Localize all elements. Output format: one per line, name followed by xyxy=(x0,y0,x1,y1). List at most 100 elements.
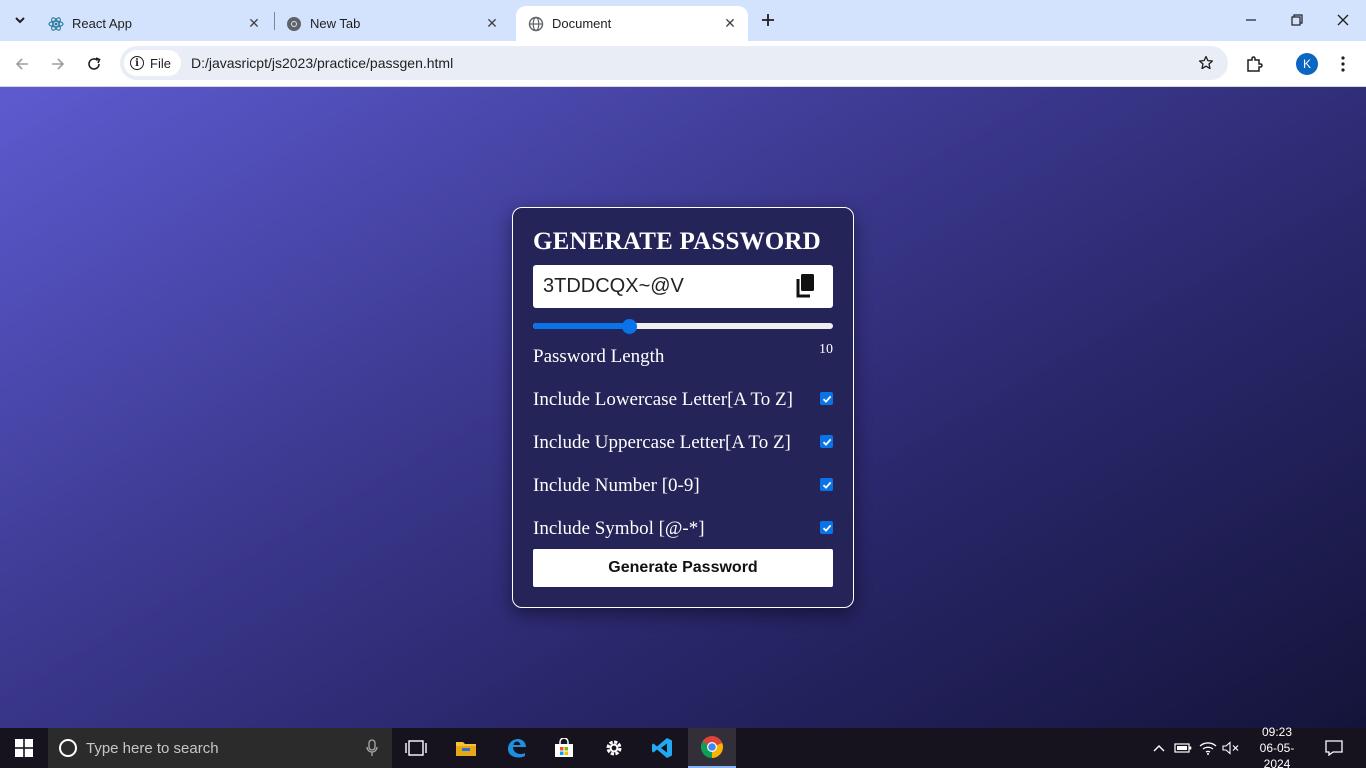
clock-date: 06-05-2024 xyxy=(1259,741,1295,768)
windows-logo-icon xyxy=(15,739,33,757)
file-explorer-button[interactable] xyxy=(442,728,490,768)
vscode-button[interactable] xyxy=(638,728,686,768)
close-icon xyxy=(1337,14,1349,26)
tab-document[interactable]: Document ✕ xyxy=(516,6,748,41)
show-hidden-icons-button[interactable] xyxy=(1148,728,1170,768)
option-label: Include Number [0-9] xyxy=(533,475,700,496)
symbol-checkbox[interactable] xyxy=(820,521,833,534)
browser-menu-button[interactable] xyxy=(1329,50,1357,78)
option-label: Include Symbol [@-*] xyxy=(533,518,705,539)
tab-react-app[interactable]: React App ✕ xyxy=(36,6,272,41)
volume-status[interactable] xyxy=(1220,728,1242,768)
slider-thumb[interactable] xyxy=(622,319,637,334)
volume-mute-icon xyxy=(1222,741,1239,755)
address-bar[interactable]: i File D:/javasricpt/js2023/practice/pas… xyxy=(120,46,1228,80)
task-view-icon xyxy=(405,740,427,756)
star-icon xyxy=(1198,55,1214,70)
minimize-button[interactable] xyxy=(1228,0,1274,40)
generate-password-button[interactable]: Generate Password xyxy=(533,549,833,587)
arrow-right-icon xyxy=(52,58,65,70)
copy-icon xyxy=(796,274,814,298)
tab-title: New Tab xyxy=(310,16,361,31)
edge-button[interactable] xyxy=(492,728,540,768)
length-label: Password Length xyxy=(533,346,665,367)
notification-icon xyxy=(1325,740,1343,756)
uppercase-checkbox[interactable] xyxy=(820,435,833,448)
length-slider[interactable] xyxy=(533,319,833,334)
reload-button[interactable] xyxy=(80,50,108,78)
back-button[interactable] xyxy=(8,50,36,78)
settings-button[interactable] xyxy=(590,728,638,768)
password-field[interactable]: 3TDDCQX~@V xyxy=(533,265,833,308)
forward-button[interactable] xyxy=(44,50,72,78)
store-icon xyxy=(555,738,573,757)
lowercase-checkbox[interactable] xyxy=(820,392,833,405)
start-button[interactable] xyxy=(0,728,48,768)
restore-button[interactable] xyxy=(1274,0,1320,40)
password-output[interactable]: 3TDDCQX~@V xyxy=(543,275,684,298)
restore-icon xyxy=(1291,14,1303,26)
chevron-up-icon xyxy=(1153,745,1165,752)
url-text[interactable]: D:/javasricpt/js2023/practice/passgen.ht… xyxy=(191,55,453,71)
file-explorer-icon xyxy=(456,742,476,756)
taskbar: Type here to search 09:23 06-05-2024 xyxy=(0,725,1366,768)
minimize-icon xyxy=(1246,19,1256,21)
avatar: K xyxy=(1296,53,1318,75)
number-checkbox[interactable] xyxy=(820,478,833,491)
password-generator-card: GENERATE PASSWORD 3TDDCQX~@V Password Le… xyxy=(512,207,854,608)
tab-new-tab[interactable]: New Tab ✕ xyxy=(274,6,510,41)
search-placeholder: Type here to search xyxy=(86,739,219,757)
battery-status[interactable] xyxy=(1172,728,1194,768)
gear-icon xyxy=(606,740,622,756)
page-background: GENERATE PASSWORD 3TDDCQX~@V Password Le… xyxy=(0,87,1366,728)
close-icon[interactable]: ✕ xyxy=(482,14,502,34)
chevron-down-icon xyxy=(15,17,25,24)
site-chip-label: File xyxy=(150,55,171,71)
page-title: GENERATE PASSWORD xyxy=(533,228,821,255)
option-lowercase: Include Lowercase Letter[A To Z] xyxy=(533,387,833,413)
copy-button[interactable] xyxy=(793,273,817,299)
tab-title: React App xyxy=(72,16,132,31)
chrome-icon xyxy=(286,16,302,32)
store-button[interactable] xyxy=(540,728,588,768)
slider-fill xyxy=(533,323,629,329)
tab-search-button[interactable] xyxy=(7,8,33,32)
site-info-chip[interactable]: i File xyxy=(124,50,181,76)
network-status[interactable] xyxy=(1196,728,1220,768)
option-label: Include Lowercase Letter[A To Z] xyxy=(533,389,793,410)
check-icon xyxy=(822,481,831,489)
vscode-icon xyxy=(652,738,672,758)
browser-toolbar: i File D:/javasricpt/js2023/practice/pas… xyxy=(0,41,1366,87)
chrome-taskbar-button[interactable] xyxy=(688,728,736,768)
option-number: Include Number [0-9] xyxy=(533,473,833,499)
plus-icon xyxy=(762,14,774,26)
battery-icon xyxy=(1174,743,1192,753)
taskbar-search[interactable]: Type here to search xyxy=(48,728,392,768)
notification-center-button[interactable] xyxy=(1318,728,1350,768)
clock[interactable]: 09:23 06-05-2024 xyxy=(1248,725,1306,768)
close-icon[interactable]: ✕ xyxy=(244,14,264,34)
length-value: 10 xyxy=(819,342,833,357)
clock-time: 09:23 xyxy=(1261,725,1293,739)
more-vert-icon xyxy=(1341,56,1345,72)
task-view-button[interactable] xyxy=(392,728,440,768)
reload-icon xyxy=(88,57,101,70)
close-window-button[interactable] xyxy=(1320,0,1366,40)
new-tab-button[interactable] xyxy=(756,8,780,32)
extensions-button[interactable] xyxy=(1240,50,1268,78)
option-symbol: Include Symbol [@-*] xyxy=(533,516,833,542)
microphone-icon[interactable] xyxy=(366,739,378,757)
puzzle-icon xyxy=(1247,56,1263,72)
bookmark-star-button[interactable] xyxy=(1196,53,1216,73)
profile-button[interactable]: K xyxy=(1293,50,1321,78)
arrow-left-icon xyxy=(15,58,28,70)
option-label: Include Uppercase Letter[A To Z] xyxy=(533,432,791,453)
check-icon xyxy=(822,524,831,532)
check-icon xyxy=(822,438,831,446)
search-icon xyxy=(59,739,77,757)
close-icon[interactable]: ✕ xyxy=(720,14,740,34)
tab-strip: React App ✕ New Tab ✕ Document ✕ xyxy=(0,0,1366,41)
info-icon: i xyxy=(130,56,144,70)
react-icon xyxy=(48,16,64,32)
wifi-icon xyxy=(1199,742,1217,755)
